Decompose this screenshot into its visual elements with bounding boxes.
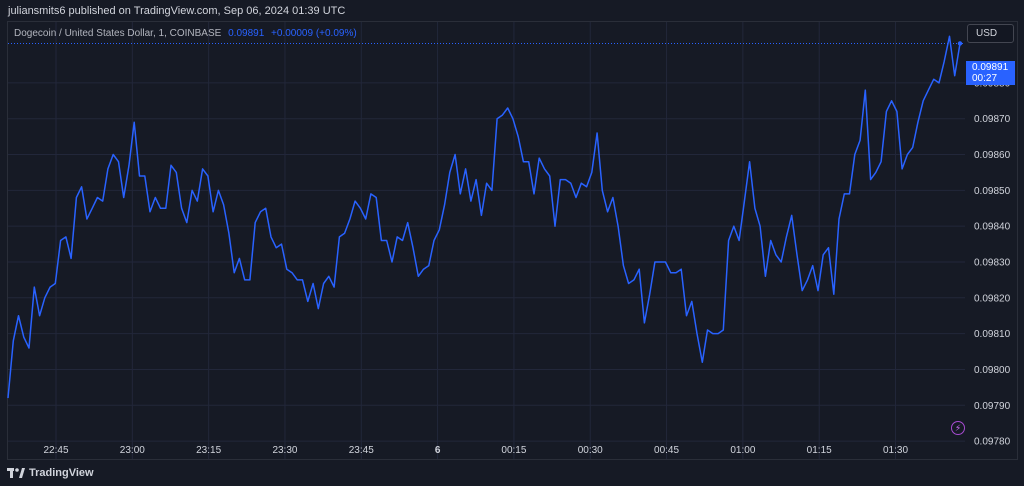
grid-lines: [8, 22, 965, 459]
y-tick-label: 0.09810: [974, 329, 1011, 340]
price-chart[interactable]: 0.09780 0.09790 0.09800 0.09810 0.09820 0.098…: [0, 0, 1024, 486]
x-tick-label: 6: [435, 445, 441, 456]
last-price-badge: 0.09891 00:27: [966, 61, 1015, 85]
x-tick-label: 01:00: [730, 445, 755, 456]
last-price-value: 0.09891: [972, 62, 1009, 73]
symbol-title: Dogecoin / United States Dollar, 1, COIN…: [14, 28, 222, 39]
y-tick-label: 0.09840: [974, 222, 1011, 233]
x-tick-label: 00:15: [501, 445, 526, 456]
bar-countdown: 00:27: [972, 73, 998, 84]
tradingview-brand[interactable]: TradingView: [7, 467, 94, 479]
tradingview-logo-icon: [7, 468, 25, 478]
y-tick-label: 0.09780: [974, 437, 1011, 448]
brand-label: TradingView: [29, 467, 94, 479]
legend-last-value: 0.09891: [228, 28, 265, 39]
y-tick-label: 0.09860: [974, 150, 1011, 161]
time-axis[interactable]: 22:45 23:00 23:15 23:30 23:45 6 00:15 00:30 00:4…: [43, 445, 908, 456]
symbol-legend[interactable]: Dogecoin / United States Dollar, 1, COIN…: [14, 28, 357, 39]
y-tick-label: 0.09790: [974, 401, 1011, 412]
price-axis[interactable]: 0.09780 0.09790 0.09800 0.09810 0.09820 0.098…: [974, 78, 1011, 447]
y-tick-label: 0.09850: [974, 186, 1011, 197]
last-price-dot: [957, 41, 963, 46]
x-tick-label: 23:15: [196, 445, 221, 456]
y-tick-label: 0.09800: [974, 365, 1011, 376]
y-tick-label: 0.09820: [974, 293, 1011, 304]
x-tick-label: 00:45: [654, 445, 679, 456]
legend-change: +0.00009 (+0.09%): [271, 28, 357, 39]
y-tick-label: 0.09830: [974, 257, 1011, 268]
x-tick-label: 23:45: [349, 445, 374, 456]
x-tick-label: 01:15: [807, 445, 832, 456]
x-tick-label: 23:30: [272, 445, 297, 456]
x-tick-label: 01:30: [883, 445, 908, 456]
currency-button[interactable]: USD: [967, 24, 1014, 43]
bolt-icon[interactable]: ⚡︎: [951, 421, 965, 435]
x-tick-label: 00:30: [578, 445, 603, 456]
price-line: [7, 35, 961, 399]
x-tick-label: 22:45: [43, 445, 68, 456]
y-tick-label: 0.09870: [974, 114, 1011, 125]
x-tick-label: 23:00: [120, 445, 145, 456]
